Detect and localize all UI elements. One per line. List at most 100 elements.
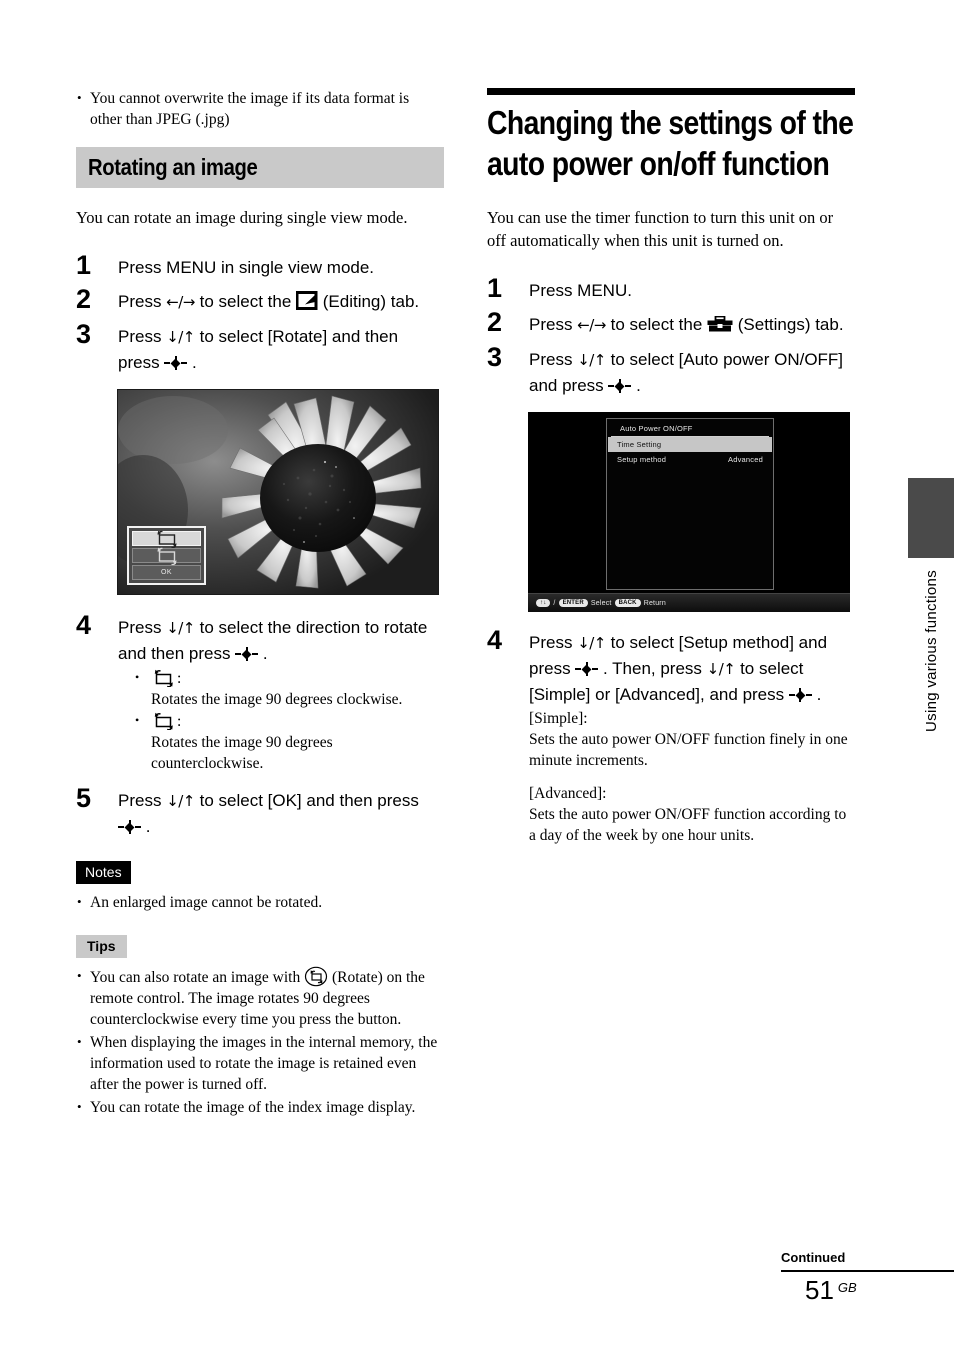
step-number: 4 <box>76 610 92 640</box>
step-number: 2 <box>487 307 503 337</box>
step-text-mid2: . Then, press <box>598 659 707 678</box>
step-number: 3 <box>487 342 503 372</box>
list-item: : Rotates the image 90 degrees clockwise… <box>135 667 444 710</box>
rotate-menu-overlay[interactable]: OK <box>127 526 206 585</box>
step-text-mid: to select the <box>605 315 708 334</box>
page-footer: Continued 51 GB <box>781 1250 954 1305</box>
down-up-arrow-icon: ↓/↑ <box>577 351 606 369</box>
step-text-after: . <box>631 376 641 395</box>
auto-power-screen-figure: Auto Power ON/OFF Time Setting Setup met… <box>528 412 850 612</box>
rotation-direction-list: : Rotates the image 90 degrees clockwise… <box>118 667 444 774</box>
continued-label: Continued <box>781 1250 846 1265</box>
select-label: Select <box>590 599 612 607</box>
side-tab-text: Using various functions <box>922 570 940 732</box>
page-title: Changing the settings of the auto power … <box>487 104 854 182</box>
left-column: You cannot overwrite the image if its da… <box>76 87 444 1120</box>
down-up-arrow-icon: ↓/↑ <box>166 792 195 810</box>
step-number: 1 <box>76 250 92 280</box>
step-text-after: . <box>187 353 197 372</box>
step-4: 4 Press ↓/↑ to select the direction to r… <box>76 610 444 774</box>
enter-key-icon <box>575 662 599 676</box>
step-1: 1 Press MENU in single view mode. <box>76 250 444 280</box>
list-item: You can also rotate an image with (Rotat… <box>76 965 444 1030</box>
arrow-keys-pill: ↑↓ <box>536 599 551 607</box>
rotate-clockwise-icon <box>156 530 177 548</box>
step-text-before: Press <box>529 633 578 652</box>
step-text-before: Press <box>118 327 167 346</box>
simple-label: [Simple]: <box>529 710 588 727</box>
advanced-label: [Advanced]: <box>529 785 607 802</box>
bullet-description: Rotates the image 90 degrees countercloc… <box>151 734 333 772</box>
rotate-button-icon <box>304 966 328 987</box>
step-text: Press ↓/↑ to select [Rotate] and then pr… <box>118 324 444 375</box>
down-up-arrow-icon: ↓/↑ <box>706 660 736 678</box>
screen-status-bar: ↑↓ / ENTER Select BACK Return <box>528 593 850 612</box>
step-text-before: Press <box>118 618 167 637</box>
step-text-before: Press <box>118 292 167 311</box>
step-text-before: Press <box>529 350 578 369</box>
status-separator: / <box>553 599 556 607</box>
rotate-counterclockwise-icon <box>156 547 177 565</box>
auto-power-menu-panel: Auto Power ON/OFF Time Setting Setup met… <box>606 418 774 590</box>
step-text: Press ↓/↑ to select [OK] and then press … <box>118 788 444 839</box>
step-number: 1 <box>487 273 503 303</box>
step-text-before: Press <box>529 315 578 334</box>
list-item: You can rotate the image of the index im… <box>76 1096 444 1118</box>
menu-title: Auto Power ON/OFF <box>611 419 769 437</box>
step-text-after: . <box>141 817 151 836</box>
rotate-menu-item-ok[interactable]: OK <box>132 565 201 580</box>
notes-list: An enlarged image cannot be rotated. <box>76 891 444 913</box>
left-right-arrow-icon: ←/→ <box>166 293 195 311</box>
step-text-mid: to select the <box>194 292 297 311</box>
tips-block: Tips You can also rotate an image with (… <box>76 935 444 1118</box>
step-5: 5 Press ↓/↑ to select [OK] and then pres… <box>76 783 444 839</box>
tip-text-before: You can also rotate an image with <box>90 969 305 986</box>
enter-key-icon <box>788 688 812 702</box>
menu-row-setup-method[interactable]: Setup method Advanced <box>608 452 772 467</box>
step-text: Press MENU. <box>529 281 632 300</box>
return-label: Return <box>643 599 666 607</box>
step-number: 3 <box>76 319 92 349</box>
page-number: 51 <box>805 1275 834 1305</box>
chapter-side-label: Using various functions <box>908 570 954 900</box>
step-text-after: (Editing) tab. <box>318 292 420 311</box>
rotate-clockwise-icon <box>154 669 173 687</box>
step-number: 5 <box>76 783 92 813</box>
settings-tab-icon <box>707 315 733 332</box>
tips-badge: Tips <box>76 935 127 958</box>
step-text: Press ←/→ to select the (Editing) tab. <box>118 289 444 315</box>
chapter-intro-paragraph: You can use the timer function to turn t… <box>487 208 834 250</box>
step-text-after: . <box>258 644 268 663</box>
bullet-label: : <box>177 713 182 730</box>
step-number: 2 <box>76 284 92 314</box>
notes-block: Notes An enlarged image cannot be rotate… <box>76 861 444 913</box>
step-text: Press ↓/↑ to select the direction to rot… <box>118 615 444 666</box>
left-right-arrow-icon: ←/→ <box>577 316 606 334</box>
editing-tab-icon <box>295 291 318 310</box>
list-item: : Rotates the image 90 degrees countercl… <box>135 710 444 774</box>
down-up-arrow-icon: ↓/↑ <box>577 634 606 652</box>
rotate-menu-ok-label: OK <box>161 569 172 576</box>
enter-key-icon <box>118 820 141 834</box>
step-text-after: (Settings) tab. <box>733 315 844 334</box>
right-column: Changing the settings of the auto power … <box>487 88 855 855</box>
step-text: Press ↓/↑ to select [Setup method] and p… <box>529 630 855 707</box>
step-text-before: Press <box>118 791 167 810</box>
settings-step-4: 4 Press ↓/↑ to select [Setup method] and… <box>487 625 855 846</box>
menu-row-value: Advanced <box>728 455 763 464</box>
menu-row-time-setting[interactable]: Time Setting <box>608 437 772 452</box>
chapter-side-tab <box>908 478 954 558</box>
step-text-mid: to select [OK] and then press <box>194 791 419 810</box>
back-pill: BACK <box>614 599 641 607</box>
list-item: When displaying the images in the intern… <box>76 1031 444 1095</box>
rotate-menu-item-clockwise[interactable] <box>132 530 201 548</box>
simple-description: Sets the auto power ON/OFF function fine… <box>529 731 848 769</box>
step-number: 4 <box>487 625 503 655</box>
region-code: GB <box>837 1280 857 1295</box>
settings-step-1: 1 Press MENU. <box>487 273 855 303</box>
bullet-description: Rotates the image 90 degrees clockwise. <box>151 691 403 708</box>
step-text: Press MENU in single view mode. <box>118 258 375 277</box>
rotate-menu-item-counterclockwise[interactable] <box>132 547 201 565</box>
enter-key-icon <box>164 356 188 370</box>
advanced-description: Sets the auto power ON/OFF function acco… <box>529 806 847 844</box>
